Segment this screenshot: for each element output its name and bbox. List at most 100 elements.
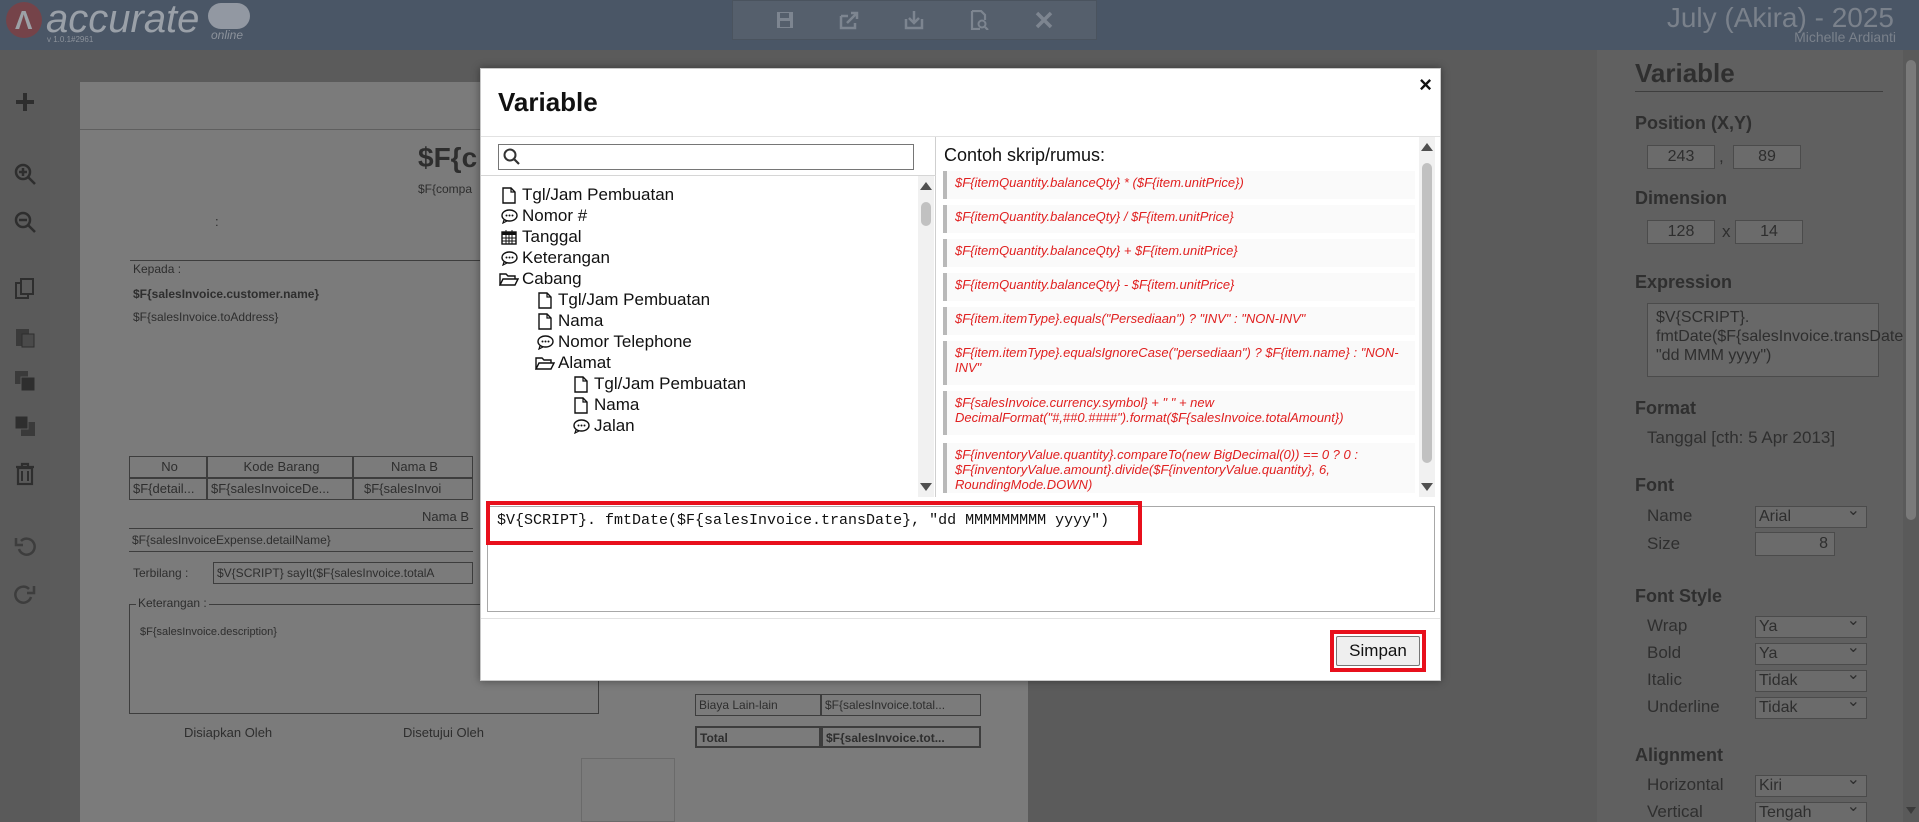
biaya-label[interactable]: Biaya Lain-lain [695, 694, 821, 716]
example-item[interactable]: $F{salesInvoice.currency.symbol} + " " +… [943, 391, 1415, 435]
vertical-label: Vertical [1647, 802, 1703, 821]
examples-list: $F{itemQuantity.balanceQty} * ($F{item.u… [943, 171, 1415, 493]
total-variable[interactable]: $F{salesInvoice.tot... [821, 726, 981, 748]
tree-item-label: Alamat [558, 353, 611, 372]
colon-text: : [215, 214, 219, 229]
customer-name-variable[interactable]: $F{salesInvoice.customer.name} [133, 287, 319, 301]
copy-icon[interactable] [6, 270, 44, 308]
description-variable[interactable]: $F{salesInvoice.description} [140, 626, 277, 638]
font-name-select[interactable]: Arial [1755, 501, 1867, 528]
dimension-width-input[interactable]: 128 [1647, 220, 1715, 244]
keterangan-label[interactable]: Keterangan : [136, 596, 209, 610]
zoom-out-icon[interactable] [6, 203, 44, 241]
scroll-thumb[interactable] [921, 202, 931, 226]
tree-divider [481, 175, 936, 176]
send-back-icon[interactable] [6, 407, 44, 445]
folder-open-icon [499, 269, 519, 289]
expression-textarea[interactable]: $V{SCRIPT}. fmtDate($F{salesInvoice.tran… [1647, 303, 1913, 377]
tree-item[interactable]: Jalan [571, 413, 635, 439]
scroll-up-arrow-icon[interactable] [920, 182, 932, 190]
image-placeholder[interactable] [581, 758, 675, 822]
scroll-thumb[interactable] [1906, 60, 1916, 520]
redo-icon[interactable] [6, 576, 44, 614]
table-cell[interactable]: $F{detail... [129, 478, 207, 500]
search-icon [503, 148, 520, 165]
bold-select[interactable]: Ya [1755, 638, 1867, 665]
examples-scrollbar[interactable] [1419, 137, 1435, 497]
scroll-down-arrow-icon[interactable] [1421, 483, 1433, 491]
import-icon[interactable] [900, 6, 928, 34]
tree-item-label: Nama [558, 311, 604, 330]
example-item[interactable]: $F{item.itemType}.equals("Persediaan") ?… [943, 307, 1415, 335]
position-separator: , [1719, 147, 1724, 166]
example-item[interactable]: $F{itemQuantity.balanceQty} - $F{item.un… [943, 273, 1415, 301]
tree-scrollbar[interactable] [918, 176, 934, 497]
tree-item-label: Keterangan [522, 248, 610, 267]
dimension-label: Dimension [1635, 188, 1728, 208]
position-x-input[interactable]: 243 [1647, 145, 1715, 169]
title-variable[interactable]: $F{c [418, 142, 477, 174]
tree-item-label: Cabang [522, 269, 582, 288]
bring-front-icon[interactable] [6, 362, 44, 400]
examples-pane: Contoh skrip/rumus: $F{itemQuantity.bala… [937, 137, 1440, 497]
expense-header[interactable]: Nama B [129, 507, 473, 529]
field-tree-pane: Tgl/Jam Pembuatan Nomor # Tanggal Ketera… [481, 137, 936, 497]
table-cell[interactable]: $F{salesInvoi [353, 478, 473, 500]
scroll-down-arrow-icon[interactable] [1906, 807, 1916, 814]
table-cell[interactable]: $F{salesInvoiceDe... [207, 478, 353, 500]
scroll-thumb[interactable] [1422, 163, 1432, 463]
italic-select[interactable]: Tidak [1755, 665, 1867, 692]
expense-row-variable[interactable]: $F{salesInvoiceExpense.detailName} [129, 530, 473, 552]
dimension-height-input[interactable]: 14 [1735, 220, 1803, 244]
format-value[interactable]: Tanggal [cth: 5 Apr 2013] [1647, 428, 1835, 448]
prepared-by-label[interactable]: Disiapkan Oleh [184, 725, 272, 740]
search-input[interactable] [498, 144, 914, 170]
company-variable[interactable]: $F{compa [418, 182, 472, 196]
scroll-up-arrow-icon[interactable] [1421, 143, 1433, 151]
position-y-input[interactable]: 89 [1733, 145, 1801, 169]
paste-icon[interactable] [6, 318, 44, 356]
example-item[interactable]: $F{inventoryValue.quantity}.compareTo(ne… [943, 443, 1415, 493]
undo-icon[interactable] [6, 528, 44, 566]
approved-by-label[interactable]: Disetujui Oleh [403, 725, 484, 740]
terbilang-label[interactable]: Terbilang : [133, 566, 188, 580]
font-size-input[interactable]: 8 [1755, 532, 1835, 556]
close-icon[interactable] [1030, 6, 1058, 34]
biaya-variable[interactable]: $F{salesInvoice.total... [821, 694, 981, 716]
dimension-separator: x [1722, 222, 1731, 241]
table-header[interactable]: Kode Barang [207, 456, 353, 478]
zoom-in-icon[interactable] [6, 155, 44, 193]
terbilang-variable[interactable]: $V{SCRIPT} sayIt($F{salesInvoice.totalA [213, 562, 473, 584]
calendar-icon [499, 227, 519, 247]
close-icon[interactable]: × [1419, 72, 1432, 98]
comment-icon [535, 332, 555, 352]
total-label[interactable]: Total [695, 726, 821, 748]
kepada-label[interactable]: Kepada : [133, 262, 181, 276]
to-address-variable[interactable]: $F{salesInvoice.toAddress} [133, 310, 278, 324]
example-item[interactable]: $F{item.itemType}.equalsIgnoreCase("pers… [943, 341, 1415, 385]
delete-icon[interactable] [6, 455, 44, 493]
table-header[interactable]: No [129, 456, 207, 478]
folder-open-icon [535, 353, 555, 373]
underline-select[interactable]: Tidak [1755, 692, 1867, 719]
example-item[interactable]: $F{itemQuantity.balanceQty} / $F{item.un… [943, 205, 1415, 233]
vertical-select[interactable]: Tengah [1755, 797, 1867, 822]
save-icon[interactable] [771, 6, 799, 34]
preview-icon[interactable] [965, 6, 993, 34]
add-icon[interactable] [6, 83, 44, 121]
scroll-down-arrow-icon[interactable] [920, 483, 932, 491]
example-item[interactable]: $F{itemQuantity.balanceQty} + $F{item.un… [943, 239, 1415, 267]
footer-divider [481, 618, 1440, 619]
font-style-label: Font Style [1635, 586, 1723, 606]
property-panel: Variable Position (X,Y) 243 , 89 Dimensi… [1597, 50, 1919, 822]
export-icon[interactable] [836, 6, 864, 34]
tree-item-label: Tgl/Jam Pembuatan [594, 374, 747, 393]
table-header[interactable]: Nama B [353, 456, 473, 478]
wrap-select[interactable]: Ya [1755, 611, 1867, 638]
example-item[interactable]: $F{itemQuantity.balanceQty} * ($F{item.u… [943, 171, 1415, 199]
expression-label: Expression [1635, 272, 1733, 292]
format-label: Format [1635, 398, 1697, 418]
panel-scrollbar[interactable] [1903, 50, 1919, 822]
horizontal-select[interactable]: Kiri [1755, 770, 1867, 797]
logo-mark-icon [6, 2, 42, 38]
